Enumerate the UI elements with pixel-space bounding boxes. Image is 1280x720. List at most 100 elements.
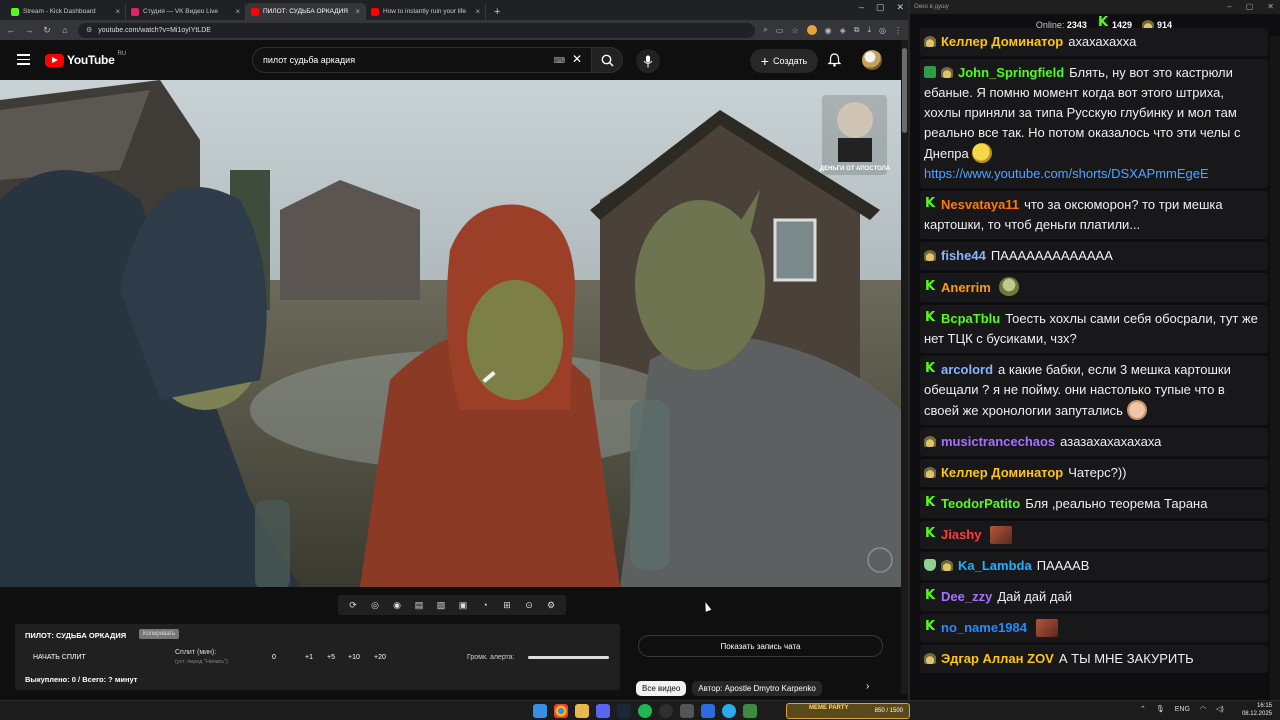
chat-username[interactable]: Jiashy (941, 527, 981, 542)
chat-username[interactable]: fishe44 (941, 248, 986, 263)
create-button[interactable]: + Создать (750, 49, 818, 73)
increment-button[interactable]: +1 (305, 654, 313, 661)
reload-icon[interactable]: ↻ (42, 25, 52, 36)
media-player-icon[interactable] (701, 704, 715, 718)
chat-link[interactable]: https://www.youtube.com/shorts/DSXAPmmEg… (924, 166, 1209, 181)
show-chat-replay-button[interactable]: Показать запись чата (638, 635, 883, 657)
film-icon[interactable]: ▤ (410, 600, 428, 611)
spotify-icon[interactable] (638, 704, 652, 718)
gear-icon[interactable]: ⚙ (542, 600, 560, 611)
telegram-icon[interactable] (722, 704, 736, 718)
close-tab-icon[interactable]: × (475, 7, 480, 16)
windows-start-icon[interactable] (533, 704, 547, 718)
chevron-right-icon[interactable]: › (866, 681, 869, 692)
video-player[interactable]: ДЕНЬГИ ОТ АПОСТОЛА (0, 80, 901, 587)
chat-username[interactable]: Эдгар Аллан ZOV (941, 651, 1054, 666)
tab-vk-studio[interactable]: Студия — VK Видео Live × (126, 3, 246, 20)
bookmark-star-icon[interactable]: ☆ (791, 26, 798, 35)
keyboard-icon[interactable]: ⌨ (553, 56, 565, 65)
chevron-up-icon[interactable]: ⌃ (1140, 705, 1146, 713)
chat-username[interactable]: Nesvataya11 (941, 197, 1019, 212)
chat-username[interactable]: ВсраТblu (941, 311, 1000, 326)
clear-search-icon[interactable]: ✕ (572, 52, 582, 66)
wifi-icon[interactable]: ◠ (1200, 705, 1206, 713)
increment-button[interactable]: +20 (374, 654, 386, 661)
broadcast-icon[interactable]: ◎ (366, 600, 384, 611)
voice-search-button[interactable] (636, 49, 660, 73)
forward-icon[interactable]: → (24, 25, 34, 35)
app-icon[interactable] (680, 704, 694, 718)
chip-author[interactable]: Автор: Apostle Dmytro Karpenko (692, 681, 822, 696)
close-icon[interactable]: ✕ (896, 2, 904, 13)
steam-icon[interactable] (617, 704, 631, 718)
maximize-icon[interactable]: ▢ (1246, 2, 1254, 11)
microphone-icon[interactable]: 🎙︎ (1156, 705, 1165, 713)
download-icon[interactable]: ⤓ (867, 25, 871, 35)
minimize-icon[interactable]: – (1227, 2, 1231, 11)
chat-username[interactable]: no_name1984 (941, 620, 1027, 635)
back-icon[interactable]: ← (6, 25, 16, 35)
new-tab-button[interactable]: + (486, 6, 508, 20)
tab-kick-dashboard[interactable]: Stream - Kick Dashboard × (6, 3, 126, 20)
screenshot-icon[interactable]: ⊙ (520, 600, 538, 611)
avatar[interactable] (862, 50, 882, 70)
chat-username[interactable]: Dee_zzy (941, 589, 992, 604)
site-info-icon[interactable]: ⚙ (86, 26, 92, 34)
chat-username[interactable]: Anerrim (941, 280, 991, 295)
chat-username[interactable]: John_Springfield (958, 65, 1064, 80)
pip-icon[interactable]: ▣ (454, 600, 472, 611)
copy-button[interactable]: Копировать (139, 629, 180, 639)
tab-youtube-ruin[interactable]: How to instantly ruin your life × (366, 3, 486, 20)
extension-icon[interactable]: ◈ (840, 26, 846, 35)
extension-icon[interactable] (806, 25, 817, 35)
add-frame-icon[interactable]: ⊞ (498, 600, 516, 611)
eye-icon[interactable]: ◉ (388, 600, 406, 611)
close-icon[interactable]: ✕ (1267, 2, 1274, 11)
crop-icon[interactable]: ▨ (432, 600, 450, 611)
speaker-icon[interactable]: ◁) (1216, 705, 1224, 713)
search-input[interactable]: пилот судьба аркадия ⌨ ✕ (252, 47, 592, 73)
profile-icon[interactable]: ◎ (879, 26, 886, 35)
clock[interactable]: 16:15 08.12.2025 (1242, 702, 1272, 718)
hamburger-menu-icon[interactable] (17, 54, 30, 65)
minimize-icon[interactable]: – (859, 2, 864, 13)
chat-username[interactable]: TeodorPatito (941, 496, 1020, 511)
youtube-logo[interactable]: YouTube RU (45, 51, 126, 67)
tab-youtube-active[interactable]: ПИЛОТ: СУДЬБА ОРКАДИЯ × (246, 3, 366, 20)
search-button[interactable] (591, 47, 623, 73)
app-icon[interactable] (743, 704, 757, 718)
loop-icon[interactable]: ⟳ (344, 600, 362, 611)
split-minutes-value[interactable]: 0 (272, 654, 276, 661)
chat-username[interactable]: musictrancechaos (941, 434, 1055, 449)
alert-volume-slider[interactable] (528, 656, 609, 659)
language-indicator[interactable]: ENG (1175, 706, 1190, 713)
obs-icon[interactable] (659, 704, 673, 718)
menu-kebab-icon[interactable]: ⋮ (894, 26, 902, 35)
speed-icon[interactable]: ◔ (476, 600, 494, 610)
home-icon[interactable]: ⌂ (60, 25, 70, 35)
close-tab-icon[interactable]: × (115, 7, 120, 16)
increment-button[interactable]: +5 (327, 654, 335, 661)
extension-icon[interactable]: ◉ (825, 26, 832, 35)
page-scrollbar[interactable] (901, 40, 908, 695)
chip-all-videos[interactable]: Все видео (636, 681, 687, 696)
maximize-icon[interactable]: ▢ (876, 2, 885, 13)
puzzle-icon[interactable]: ⧉ (854, 25, 860, 35)
scrollbar-thumb[interactable] (902, 48, 907, 133)
increment-button[interactable]: +10 (348, 654, 360, 661)
url-field[interactable]: ⚙ youtube.com/watch?v=Mi1oyIYtLDE (78, 22, 756, 38)
chat-username[interactable]: Ka_Lambda (958, 558, 1032, 573)
start-split-button[interactable]: НАЧАТЬ СПЛИТ (33, 654, 86, 661)
chat-scrollbar[interactable] (1270, 36, 1280, 700)
chrome-icon[interactable] (554, 704, 568, 718)
notifications-bell-icon[interactable] (827, 53, 842, 72)
chat-username[interactable]: Келлер Доминатор (941, 465, 1063, 480)
close-tab-icon[interactable]: × (235, 7, 240, 16)
chat-username[interactable]: arcolord (941, 362, 993, 377)
chat-username[interactable]: Келлер Доминатор (941, 34, 1063, 49)
cast-icon[interactable]: ▭ (776, 26, 784, 35)
close-tab-icon[interactable]: × (355, 7, 360, 16)
discord-icon[interactable] (596, 704, 610, 718)
zoom-icon[interactable]: ⌕ (763, 25, 767, 35)
folder-icon[interactable] (575, 704, 589, 718)
